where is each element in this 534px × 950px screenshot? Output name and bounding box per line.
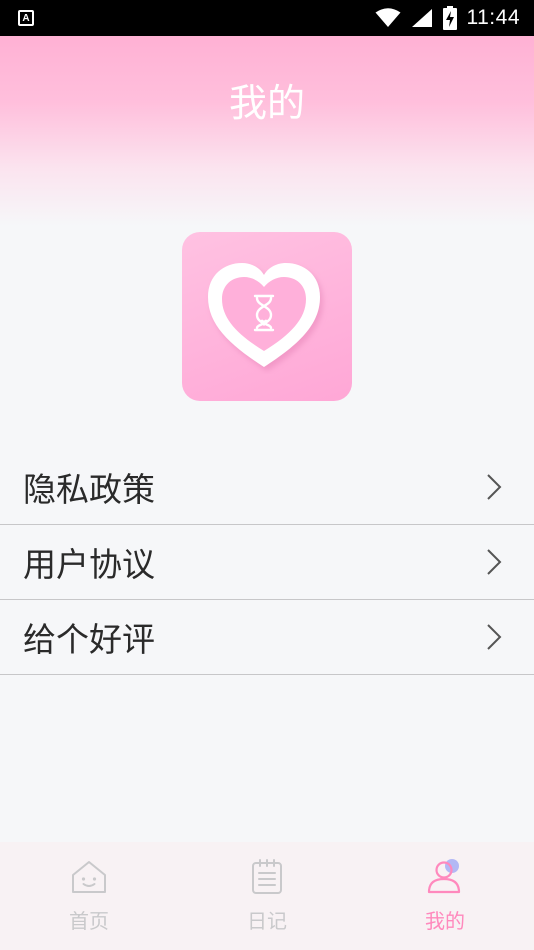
page-title: 我的	[228, 81, 305, 125]
menu-item-label: 用户协议	[23, 545, 155, 584]
tab-mine[interactable]: 我的	[356, 842, 534, 950]
menu-item-label: 给个好评	[23, 620, 155, 659]
heart-hourglass-icon	[208, 263, 320, 367]
notification-icon: A	[18, 10, 34, 26]
tab-bar: 首页 日记 我的	[0, 842, 534, 950]
header: 我的	[0, 36, 534, 226]
diary-icon	[252, 859, 282, 894]
tab-diary[interactable]: 日记	[178, 842, 356, 950]
tab-label: 首页	[69, 909, 109, 933]
chevron-right-icon	[487, 549, 502, 575]
menu-list: 隐私政策 用户协议 给个好评	[0, 450, 534, 675]
menu-item-privacy-policy[interactable]: 隐私政策	[0, 450, 534, 525]
status-time: 11:44	[466, 6, 520, 29]
app-logo	[182, 232, 352, 401]
status-right: 11:44	[375, 6, 521, 30]
tab-label: 日记	[247, 909, 287, 933]
menu-item-user-agreement[interactable]: 用户协议	[0, 525, 534, 600]
tab-label: 我的	[425, 909, 465, 933]
status-left: A	[18, 10, 34, 26]
chevron-right-icon	[487, 474, 502, 500]
profile-icon	[427, 859, 461, 894]
wifi-icon	[375, 8, 400, 27]
home-icon	[72, 861, 106, 893]
chevron-right-icon	[487, 624, 502, 650]
notification-glyph: A	[22, 12, 30, 24]
battery-charging-icon	[442, 6, 457, 30]
tab-home[interactable]: 首页	[0, 842, 178, 950]
menu-item-rate-us[interactable]: 给个好评	[0, 600, 534, 675]
menu-item-label: 隐私政策	[23, 470, 155, 509]
signal-icon	[411, 9, 432, 27]
status-bar: A 11:44	[0, 0, 534, 36]
